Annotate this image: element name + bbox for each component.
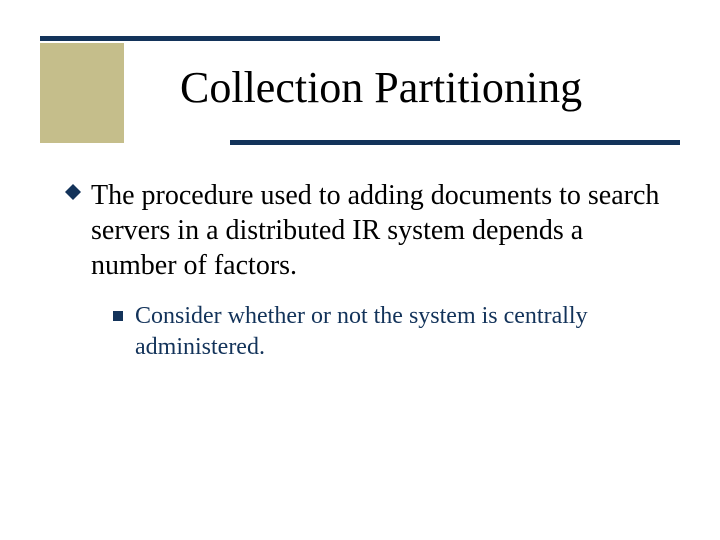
slide-title: Collection Partitioning: [180, 64, 582, 112]
bullet-level2-text: Consider whether or not the system is ce…: [135, 301, 665, 363]
slide: Collection Partitioning The procedure us…: [0, 0, 720, 540]
square-bullet-icon: [113, 311, 123, 321]
bullet-level1-text: The procedure used to adding documents t…: [91, 178, 665, 283]
body-content: The procedure used to adding documents t…: [65, 178, 665, 363]
top-rule: [40, 36, 440, 41]
bullet-level2: Consider whether or not the system is ce…: [113, 301, 665, 363]
accent-block: [40, 43, 124, 143]
mid-rule: [230, 140, 680, 145]
bullet-level1: The procedure used to adding documents t…: [65, 178, 665, 283]
diamond-bullet-icon: [65, 184, 81, 200]
